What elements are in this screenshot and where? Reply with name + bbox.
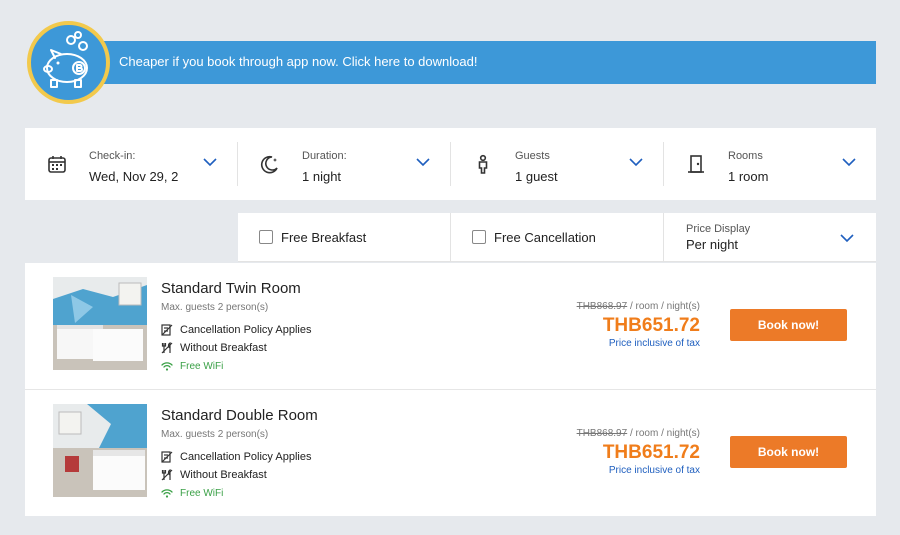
document-icon (161, 451, 173, 463)
price-unit: / room / night(s) (627, 428, 700, 439)
tax-note: Price inclusive of tax (608, 465, 700, 476)
rooms-label: Rooms (728, 150, 763, 162)
chevron-down-icon (842, 158, 856, 167)
app-download-banner[interactable]: Cheaper if you book through app now. Cli… (100, 41, 876, 84)
book-now-button[interactable]: Book now! (730, 309, 847, 341)
chevron-down-icon (416, 158, 430, 167)
room-list: Standard Twin Room Max. guests 2 person(… (25, 263, 876, 516)
wifi-feature: Free WiFi (161, 487, 223, 499)
document-icon (161, 324, 173, 336)
room-max-guests: Max. guests 2 person(s) (161, 302, 269, 313)
feature-label: Cancellation Policy Applies (180, 324, 312, 336)
free-breakfast-filter[interactable]: Free Breakfast (238, 213, 450, 262)
calendar-icon (48, 156, 66, 173)
guests-label: Guests (515, 150, 550, 162)
list-item: Standard Double Room Max. guests 2 perso… (25, 389, 876, 515)
free-cancellation-filter[interactable]: Free Cancellation (451, 213, 663, 262)
feature-label: Free WiFi (180, 360, 224, 372)
feature-label: Free WiFi (180, 487, 224, 499)
chevron-down-icon (629, 158, 643, 167)
free-cancellation-checkbox[interactable] (472, 230, 486, 244)
free-breakfast-label[interactable]: Free Breakfast (281, 230, 366, 245)
room-name[interactable]: Standard Double Room (161, 407, 318, 424)
room-name[interactable]: Standard Twin Room (161, 280, 301, 297)
free-cancellation-label[interactable]: Free Cancellation (494, 230, 596, 245)
filter-bar: Free Breakfast Free Cancellation Price D… (238, 213, 876, 262)
piggy-bank-icon (27, 21, 110, 104)
free-breakfast-checkbox[interactable] (259, 230, 273, 244)
duration-field[interactable]: Duration: 1 night (238, 128, 450, 200)
breakfast-feature: Without Breakfast (161, 342, 267, 354)
guests-field[interactable]: Guests 1 guest (451, 128, 663, 200)
checkin-value: Wed, Nov 29, 2 (89, 169, 179, 184)
discounted-price: THB651.72 (602, 442, 700, 463)
feature-label: Cancellation Policy Applies (180, 451, 312, 463)
chevron-down-icon (203, 158, 217, 167)
original-price-line: THB868.97 / room / night(s) (577, 301, 700, 312)
door-icon (688, 155, 704, 173)
cancellation-feature: Cancellation Policy Applies (161, 451, 311, 463)
wifi-feature: Free WiFi (161, 360, 223, 372)
feature-label: Without Breakfast (180, 342, 267, 354)
original-price-line: THB868.97 / room / night(s) (577, 428, 700, 439)
wifi-icon (161, 362, 173, 371)
original-price: THB868.97 (576, 301, 628, 312)
room-photo[interactable] (53, 404, 147, 497)
price-display-value: Per night (686, 237, 739, 252)
app-download-text[interactable]: Cheaper if you book through app now. Cli… (119, 54, 477, 69)
search-bar: Check-in: Wed, Nov 29, 2 Duration: 1 nig… (25, 128, 876, 200)
price-display-label: Price Display (686, 223, 751, 235)
wifi-icon (161, 489, 173, 498)
breakfast-feature: Without Breakfast (161, 469, 267, 481)
no-cutlery-icon (161, 342, 173, 354)
person-icon (478, 154, 488, 174)
duration-value: 1 night (302, 169, 342, 184)
book-now-button[interactable]: Book now! (730, 436, 847, 468)
tax-note: Price inclusive of tax (608, 338, 700, 349)
discounted-price: THB651.72 (602, 315, 700, 336)
chevron-down-icon (840, 234, 854, 243)
cancellation-feature: Cancellation Policy Applies (161, 324, 311, 336)
room-photo[interactable] (53, 277, 147, 370)
duration-label: Duration: (302, 150, 347, 162)
rooms-value: 1 room (728, 169, 769, 184)
checkin-label: Check-in: (89, 150, 136, 162)
original-price: THB868.97 (576, 428, 628, 439)
price-unit: / room / night(s) (627, 301, 700, 312)
no-cutlery-icon (161, 469, 173, 481)
room-max-guests: Max. guests 2 person(s) (161, 429, 269, 440)
list-item: Standard Twin Room Max. guests 2 person(… (25, 263, 876, 389)
guests-value: 1 guest (515, 169, 558, 184)
feature-label: Without Breakfast (180, 469, 267, 481)
rooms-field[interactable]: Rooms 1 room (664, 128, 876, 200)
price-display-select[interactable]: Price Display Per night (664, 213, 876, 262)
moon-icon (261, 155, 278, 174)
checkin-field[interactable]: Check-in: Wed, Nov 29, 2 (25, 128, 237, 200)
